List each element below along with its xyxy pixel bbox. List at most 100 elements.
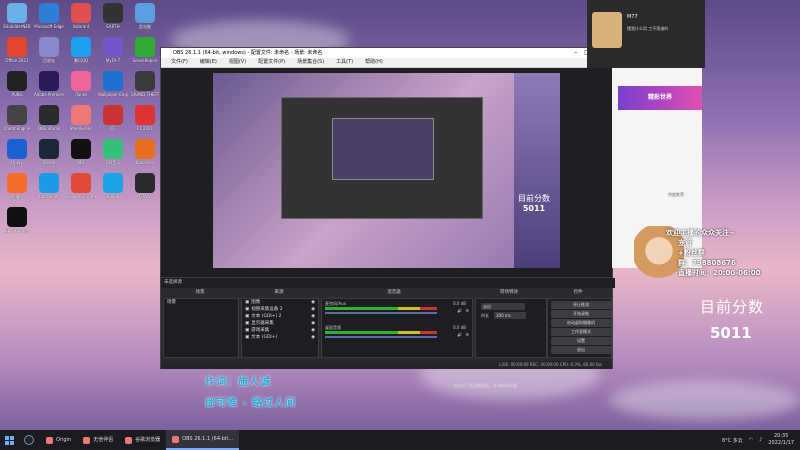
source-item[interactable]: ▣ 显示器采集 ◉: [242, 320, 318, 327]
source-type-icon: ▣: [245, 335, 250, 340]
volume-slider[interactable]: [325, 312, 437, 314]
menu-item[interactable]: 工具(T): [336, 58, 353, 67]
desktop-icon-label: BiliBili: [106, 194, 120, 199]
preview-score: 目前分数 5011: [518, 193, 550, 213]
wifi-icon[interactable]: ◠: [749, 437, 753, 443]
control-button[interactable]: 退出: [551, 346, 611, 354]
desktop-icon[interactable]: Adobe Premiere: [34, 71, 64, 97]
desktop-icon[interactable]: EARTH: [98, 3, 128, 29]
app-icon: [135, 105, 155, 125]
duration-input[interactable]: 300 ms: [494, 312, 526, 319]
volume-icon[interactable]: ♪: [759, 437, 762, 443]
desktop-icon[interactable]: OBS Studio: [34, 105, 64, 131]
volume-slider[interactable]: [325, 336, 437, 338]
taskbar-app[interactable]: 谷歌浏览器: [119, 430, 166, 450]
desktop-icon[interactable]: Kuaishou: [130, 139, 160, 165]
scene-item[interactable]: 场景: [164, 299, 238, 306]
desktop-icon[interactable]: Epic Games: [2, 207, 32, 233]
menu-item[interactable]: 编辑(E): [200, 58, 217, 67]
scene-item-label: 场景: [167, 300, 176, 305]
app-banner[interactable]: 精彩世界: [618, 86, 702, 110]
desktop-icon[interactable]: Wallpaper Engine: [98, 71, 128, 97]
taskbar-app[interactable]: 无他伴侣: [77, 430, 119, 450]
minimize-icon[interactable]: –: [574, 49, 584, 56]
desktop-icon[interactable]: Office 2021: [2, 37, 32, 63]
speaker-icon[interactable]: 🔊: [457, 308, 462, 313]
source-item[interactable]: ▣ 文本 (GDI+) ◉: [242, 334, 318, 341]
system-tray: 8°C 多云 ◠ ♪ 20:35 2022/1/17: [722, 433, 800, 447]
source-item[interactable]: ▣ 文本 (GDI+) 2 ◉: [242, 313, 318, 320]
desktop-icon[interactable]: QQ音乐: [98, 139, 128, 165]
obs-window[interactable]: OBS 26.1.1 (64-bit, windows) - 配置文件: 未命名…: [160, 47, 615, 369]
chat-window[interactable]: M77 懂我什么用 工不落谱的: [587, 0, 705, 68]
gear-icon[interactable]: ⚙: [465, 332, 469, 337]
source-item[interactable]: ▣ 视频采集设备 2 ◉: [242, 306, 318, 313]
app-icon: [71, 139, 91, 159]
visibility-eye-icon[interactable]: ◉: [311, 320, 318, 327]
menu-item[interactable]: 场景集合(S): [297, 58, 324, 67]
taskbar-app[interactable]: OBS 26.1.1 (64-bit...: [166, 430, 240, 450]
visibility-eye-icon[interactable]: ◉: [311, 313, 318, 320]
app-icon: [135, 71, 155, 91]
desktop-icon[interactable]: PUBG: [2, 71, 32, 97]
transitions-dock[interactable]: 淡出 时长 300 ms: [475, 298, 547, 358]
app-icon: [39, 139, 59, 159]
visibility-eye-icon[interactable]: ◉: [311, 327, 318, 334]
menu-item[interactable]: 帮助(H): [365, 58, 383, 67]
control-button[interactable]: 设置: [551, 337, 611, 345]
visibility-eye-icon[interactable]: ◉: [311, 334, 318, 341]
desktop-icon[interactable]: Google Chrome: [66, 173, 96, 199]
desktop-icon[interactable]: MyFA-7: [98, 37, 128, 63]
control-button[interactable]: 停止推流: [551, 301, 611, 309]
desktop-icon[interactable]: iTunes: [66, 71, 96, 97]
desktop-icon[interactable]: Microsoft Edge: [34, 3, 64, 29]
desktop-icon[interactable]: GTA V: [130, 173, 160, 199]
scenes-dock[interactable]: 场景: [163, 298, 239, 358]
app-icon: [135, 37, 155, 57]
menu-item[interactable]: 视图(V): [229, 58, 246, 67]
taskbar-app[interactable]: Origin: [40, 430, 77, 450]
desktop-icon[interactable]: GRAND THEFT: [130, 71, 160, 97]
desktop-icon[interactable]: 腾讯QQ: [66, 37, 96, 63]
control-button[interactable]: 工作室模式: [551, 328, 611, 336]
desktop-icon[interactable]: F1 2021: [130, 105, 160, 131]
control-button[interactable]: 启动虚拟摄像机: [551, 319, 611, 327]
start-button[interactable]: [0, 430, 18, 450]
desktop-icon[interactable]: Origin: [2, 173, 32, 199]
desktop-icon[interactable]: 回收站: [34, 37, 64, 63]
desktop-icon[interactable]: SteelSeries: [66, 105, 96, 131]
desktop-icon[interactable]: Valorant: [66, 3, 96, 29]
transition-select[interactable]: 淡出: [481, 303, 525, 310]
visibility-eye-icon[interactable]: ◉: [311, 306, 318, 313]
taskbar-steam[interactable]: [18, 430, 40, 450]
menu-item[interactable]: 配置文件(P): [258, 58, 285, 67]
gear-icon[interactable]: ⚙: [465, 308, 469, 313]
desktop-icon[interactable]: M2: [66, 139, 96, 165]
weather-status[interactable]: 8°C 多云: [722, 437, 743, 444]
desktop-icon[interactable]: Battle.net: [34, 173, 64, 199]
desktop-icon[interactable]: EdubilderNEB: [2, 3, 32, 29]
obs-title-bar[interactable]: OBS 26.1.1 (64-bit, windows) - 配置文件: 未命名…: [161, 48, 612, 58]
desktop-icon[interactable]: BiliBili: [98, 173, 128, 199]
menu-item[interactable]: 文件(F): [171, 58, 188, 67]
speaker-icon[interactable]: 🔊: [457, 332, 462, 337]
desktop-icon-label: SteelSeries: [69, 126, 93, 131]
desktop-icon[interactable]: Uplay: [2, 139, 32, 165]
source-item[interactable]: ▣ 图像 ◉: [242, 299, 318, 306]
mixer-dock[interactable]: 麦克风/Aux 0.0 dB 🔊 ⚙ 桌面音频 0.0 dB 🔊 ⚙: [321, 298, 473, 358]
desktop-icon-label: PUBG: [11, 92, 23, 97]
scenes-header: 场景: [195, 290, 205, 295]
desktop-icon[interactable]: Steam: [34, 139, 64, 165]
control-button[interactable]: 开始录制: [551, 310, 611, 318]
source-item[interactable]: ▣ 游戏采集 ◉: [242, 327, 318, 334]
sources-dock[interactable]: ▣ 图像 ◉ ▣ 视频采集设备 2 ◉ ▣ 文本 (GDI+) 2 ◉ ▣ 显示器采集 ◉ ▣ 游戏采集 ◉…: [241, 298, 319, 358]
desktop-icon-grid: EdubilderNEB Microsoft Edge Valorant EARTH 此…: [0, 0, 160, 430]
desktop-icon[interactable]: Cheat Engine: [2, 105, 32, 131]
lyric-line-2: 邰可唯 - 路过人间: [205, 398, 297, 409]
desktop-icon[interactable]: 此电脑: [130, 3, 160, 29]
visibility-eye-icon[interactable]: ◉: [311, 299, 318, 306]
taskbar-clock[interactable]: 20:35 2022/1/17: [768, 433, 794, 447]
desktop-icon[interactable]: SenseRepair: [130, 37, 160, 63]
desktop-icon[interactable]: CF: [98, 105, 128, 131]
app-icon: [7, 71, 27, 91]
